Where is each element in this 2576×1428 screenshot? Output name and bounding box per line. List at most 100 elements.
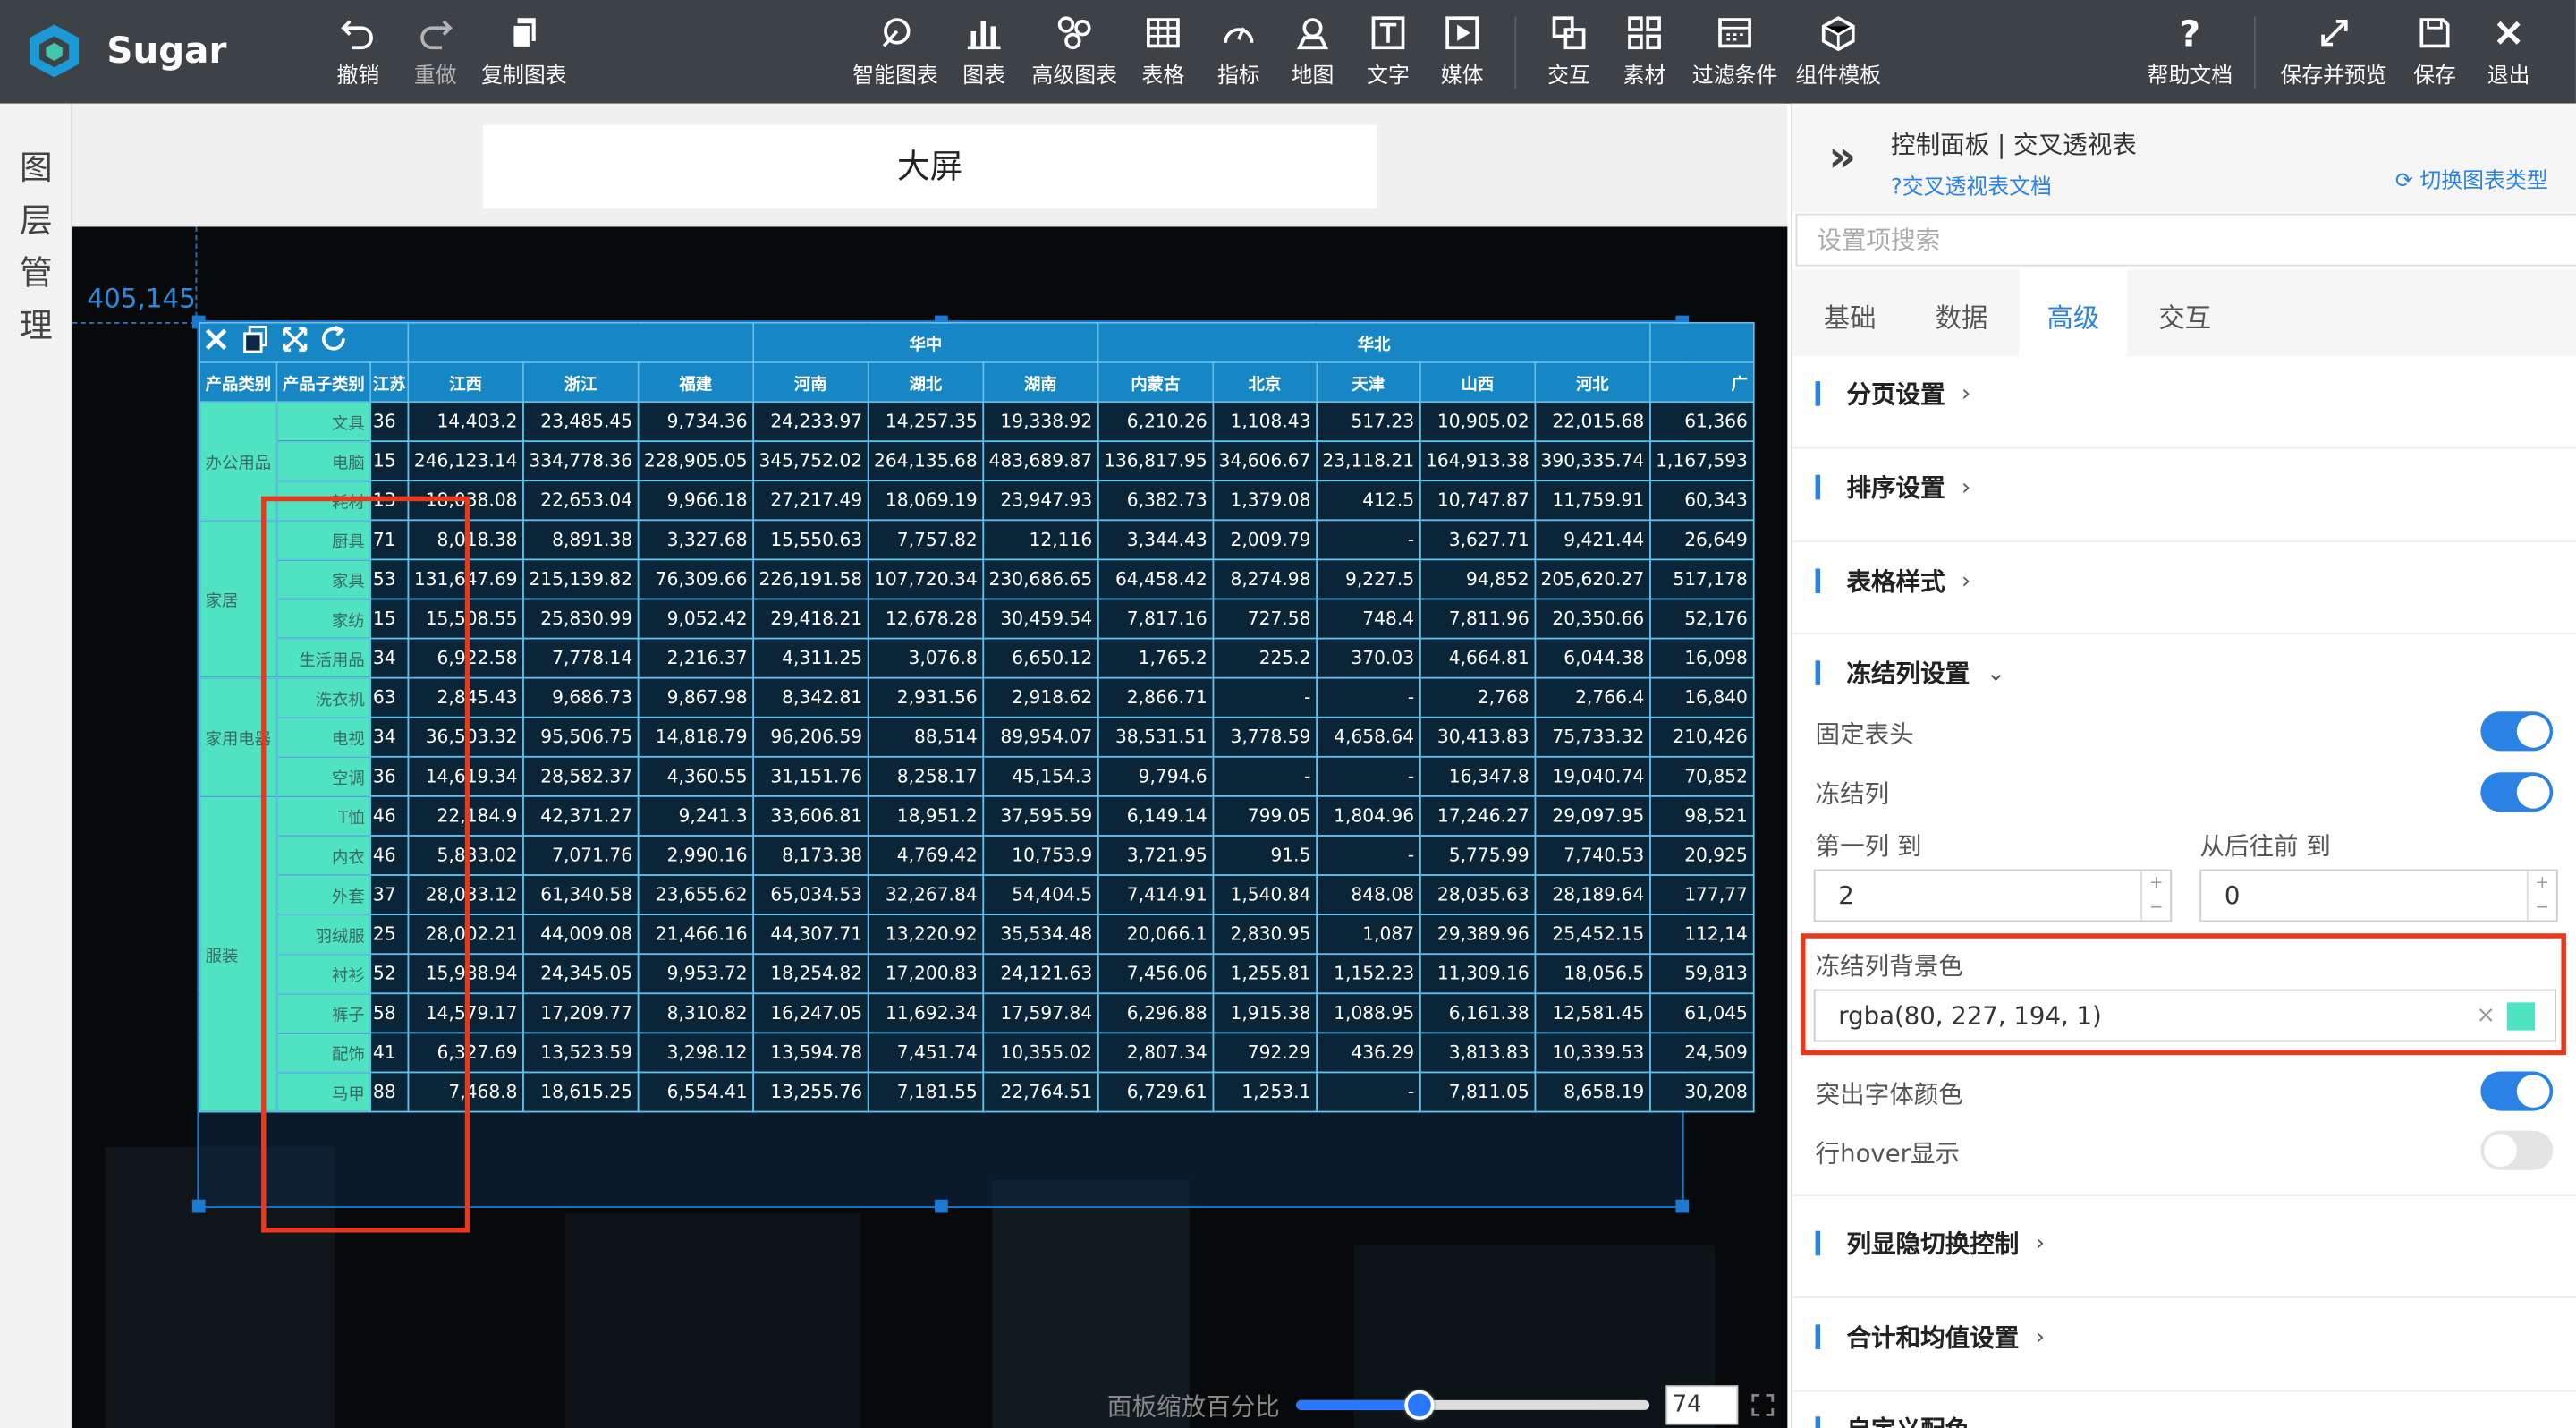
grid-icon — [1628, 16, 1661, 50]
metric-button[interactable]: 指标 — [1217, 15, 1260, 89]
delete-widget-button[interactable] — [202, 326, 230, 353]
resize-handle[interactable] — [191, 1199, 206, 1213]
value-cell: 483,689.87 — [982, 440, 1099, 482]
value-cell: 28,189.64 — [1534, 874, 1651, 916]
value-cell: 70,852 — [1648, 755, 1755, 797]
component-template-button[interactable]: 组件模板 — [1796, 15, 1881, 89]
save-preview-button[interactable]: 保存并预览 — [2280, 15, 2387, 89]
duplicate-widget-button[interactable] — [242, 326, 269, 353]
value-cell: 6,161.38 — [1419, 992, 1537, 1034]
background-building — [564, 1212, 861, 1428]
section-col-toggle[interactable]: 列显隐切换控制 › — [1815, 1226, 2045, 1261]
frozen-columns-highlight — [261, 496, 470, 1233]
value-cell: 54,404.5 — [982, 874, 1099, 916]
interaction-button[interactable]: 交互 — [1547, 15, 1590, 89]
value-cell: 7,817.16 — [1097, 598, 1215, 640]
section-sorting[interactable]: 排序设置 › — [1815, 470, 1970, 505]
refresh-widget-button[interactable] — [320, 325, 348, 353]
header-cell: 天津 — [1315, 361, 1421, 403]
screen-title[interactable]: 大屏 — [482, 124, 1377, 209]
zoom-slider-fill — [1296, 1399, 1420, 1410]
tab-advanced[interactable]: 高级 — [2019, 269, 2128, 357]
value-cell: 23,655.62 — [637, 874, 754, 916]
filter-button[interactable]: 过滤条件 — [1692, 15, 1777, 89]
highlight-font-toggle[interactable] — [2480, 1071, 2554, 1111]
collapse-panel-icon[interactable]: » — [1828, 133, 1856, 183]
media-button[interactable]: 媒体 — [1441, 15, 1484, 89]
tab-basic[interactable]: 基础 — [1796, 269, 1904, 356]
chart-button[interactable]: 图表 — [962, 15, 1005, 89]
exit-label: 退出 — [2487, 64, 2530, 89]
row-hover-toggle[interactable] — [2480, 1130, 2554, 1170]
value-cell: 264,135.68 — [867, 440, 985, 482]
copy-chart-button[interactable]: 复制图表 — [481, 15, 567, 89]
tab-data[interactable]: 数据 — [1907, 269, 2015, 356]
save-preview-label: 保存并预览 — [2280, 64, 2387, 89]
first-col-label: 第一列 到 — [1815, 831, 1922, 862]
tab-interaction[interactable]: 交互 — [2131, 269, 2239, 356]
exit-button[interactable]: 退出 — [2487, 15, 2530, 89]
fullscreen-widget-button[interactable] — [281, 326, 309, 353]
zoom-control: 面板缩放百分比 74 — [1107, 1385, 1775, 1425]
switch-chart-type-link[interactable]: ⟳ 切换图表类型 — [2395, 163, 2548, 194]
highlight-font-label: 突出字体颜色 — [1815, 1079, 1963, 1109]
value-cell: 2,009.79 — [1212, 519, 1318, 561]
pivot-doc-link[interactable]: ?交叉透视表文档 — [1891, 169, 2052, 201]
header-cell: 北京 — [1212, 361, 1318, 403]
pivot-doc-label: 交叉透视表文档 — [1902, 175, 2052, 201]
value-cell: 2,807.34 — [1097, 1032, 1215, 1074]
layer-label-char: 层 — [20, 200, 53, 241]
map-button[interactable]: 地图 — [1292, 15, 1334, 89]
smart-chart-button[interactable]: 智能图表 — [852, 15, 938, 89]
undo-button[interactable]: 撤销 — [337, 15, 379, 89]
first-col-input[interactable]: 2 + − — [1813, 869, 2173, 922]
copy-chart-label: 复制图表 — [481, 64, 567, 89]
section-custom-color[interactable]: 自定义配色 ⌄ — [1815, 1412, 2005, 1428]
value-cell: 727.58 — [1212, 598, 1318, 640]
section-marker — [1815, 1324, 1821, 1349]
fullscreen-icon[interactable] — [1751, 1393, 1775, 1417]
section-col-toggle-label: 列显隐切换控制 — [1846, 1228, 2020, 1259]
value-cell: 7,811.05 — [1419, 1071, 1537, 1113]
app-name: Sugar — [106, 30, 227, 72]
value-cell: 13,255.76 — [752, 1071, 869, 1113]
resize-handle[interactable] — [1675, 1199, 1690, 1213]
value-cell: 1,253.1 — [1212, 1071, 1318, 1113]
help-button[interactable]: ? 帮助文档 — [2148, 15, 2233, 89]
value-cell: 14,403.2 — [407, 401, 524, 443]
fixed-header-toggle[interactable] — [2480, 711, 2554, 752]
material-button[interactable]: 素材 — [1623, 15, 1665, 89]
stepper-icon[interactable]: + − — [2526, 871, 2556, 921]
section-total-avg[interactable]: 合计和均值设置 › — [1815, 1320, 2045, 1355]
zoom-slider-handle[interactable] — [1404, 1390, 1435, 1420]
value-cell: 225.2 — [1212, 637, 1318, 679]
stepper-icon[interactable]: + − — [2140, 871, 2170, 921]
value-cell: 11,759.91 — [1534, 480, 1651, 522]
advanced-chart-label: 高级图表 — [1031, 64, 1117, 89]
value-cell: 12,678.28 — [867, 598, 985, 640]
value-cell: 98,521 — [1648, 795, 1755, 837]
save-button[interactable]: 保存 — [2413, 15, 2456, 89]
resize-handle[interactable] — [935, 1199, 948, 1213]
value-cell: - — [1315, 755, 1421, 797]
text-button[interactable]: 文字 — [1367, 15, 1410, 89]
section-table-style[interactable]: 表格样式 › — [1815, 564, 1970, 599]
zoom-slider[interactable] — [1296, 1390, 1650, 1420]
value-cell: 25,452.15 — [1534, 914, 1651, 956]
value-cell: 23,947.93 — [982, 480, 1099, 522]
value-cell: 10,905.02 — [1419, 401, 1537, 443]
header-cell: 江苏 — [369, 361, 410, 403]
settings-search-input[interactable]: 设置项搜索 — [1795, 213, 2576, 267]
zoom-input[interactable]: 74 — [1665, 1385, 1739, 1425]
section-paging[interactable]: 分页设置 › — [1815, 377, 1970, 412]
value-cell: 6,554.41 — [637, 1071, 754, 1113]
advanced-chart-button[interactable]: 高级图表 — [1031, 15, 1117, 89]
section-marker — [1815, 1230, 1821, 1256]
from-back-input[interactable]: 0 + − — [2199, 869, 2558, 922]
section-freeze[interactable]: 冻结列设置 ⌄ — [1815, 656, 2005, 691]
table-button[interactable]: 表格 — [1142, 15, 1184, 89]
freeze-col-toggle[interactable] — [2480, 772, 2554, 812]
value-cell: 28,582.37 — [522, 755, 640, 797]
layer-manager-tab[interactable]: 图 层 管 理 — [0, 103, 72, 1428]
redo-button[interactable]: 重做 — [414, 15, 457, 89]
